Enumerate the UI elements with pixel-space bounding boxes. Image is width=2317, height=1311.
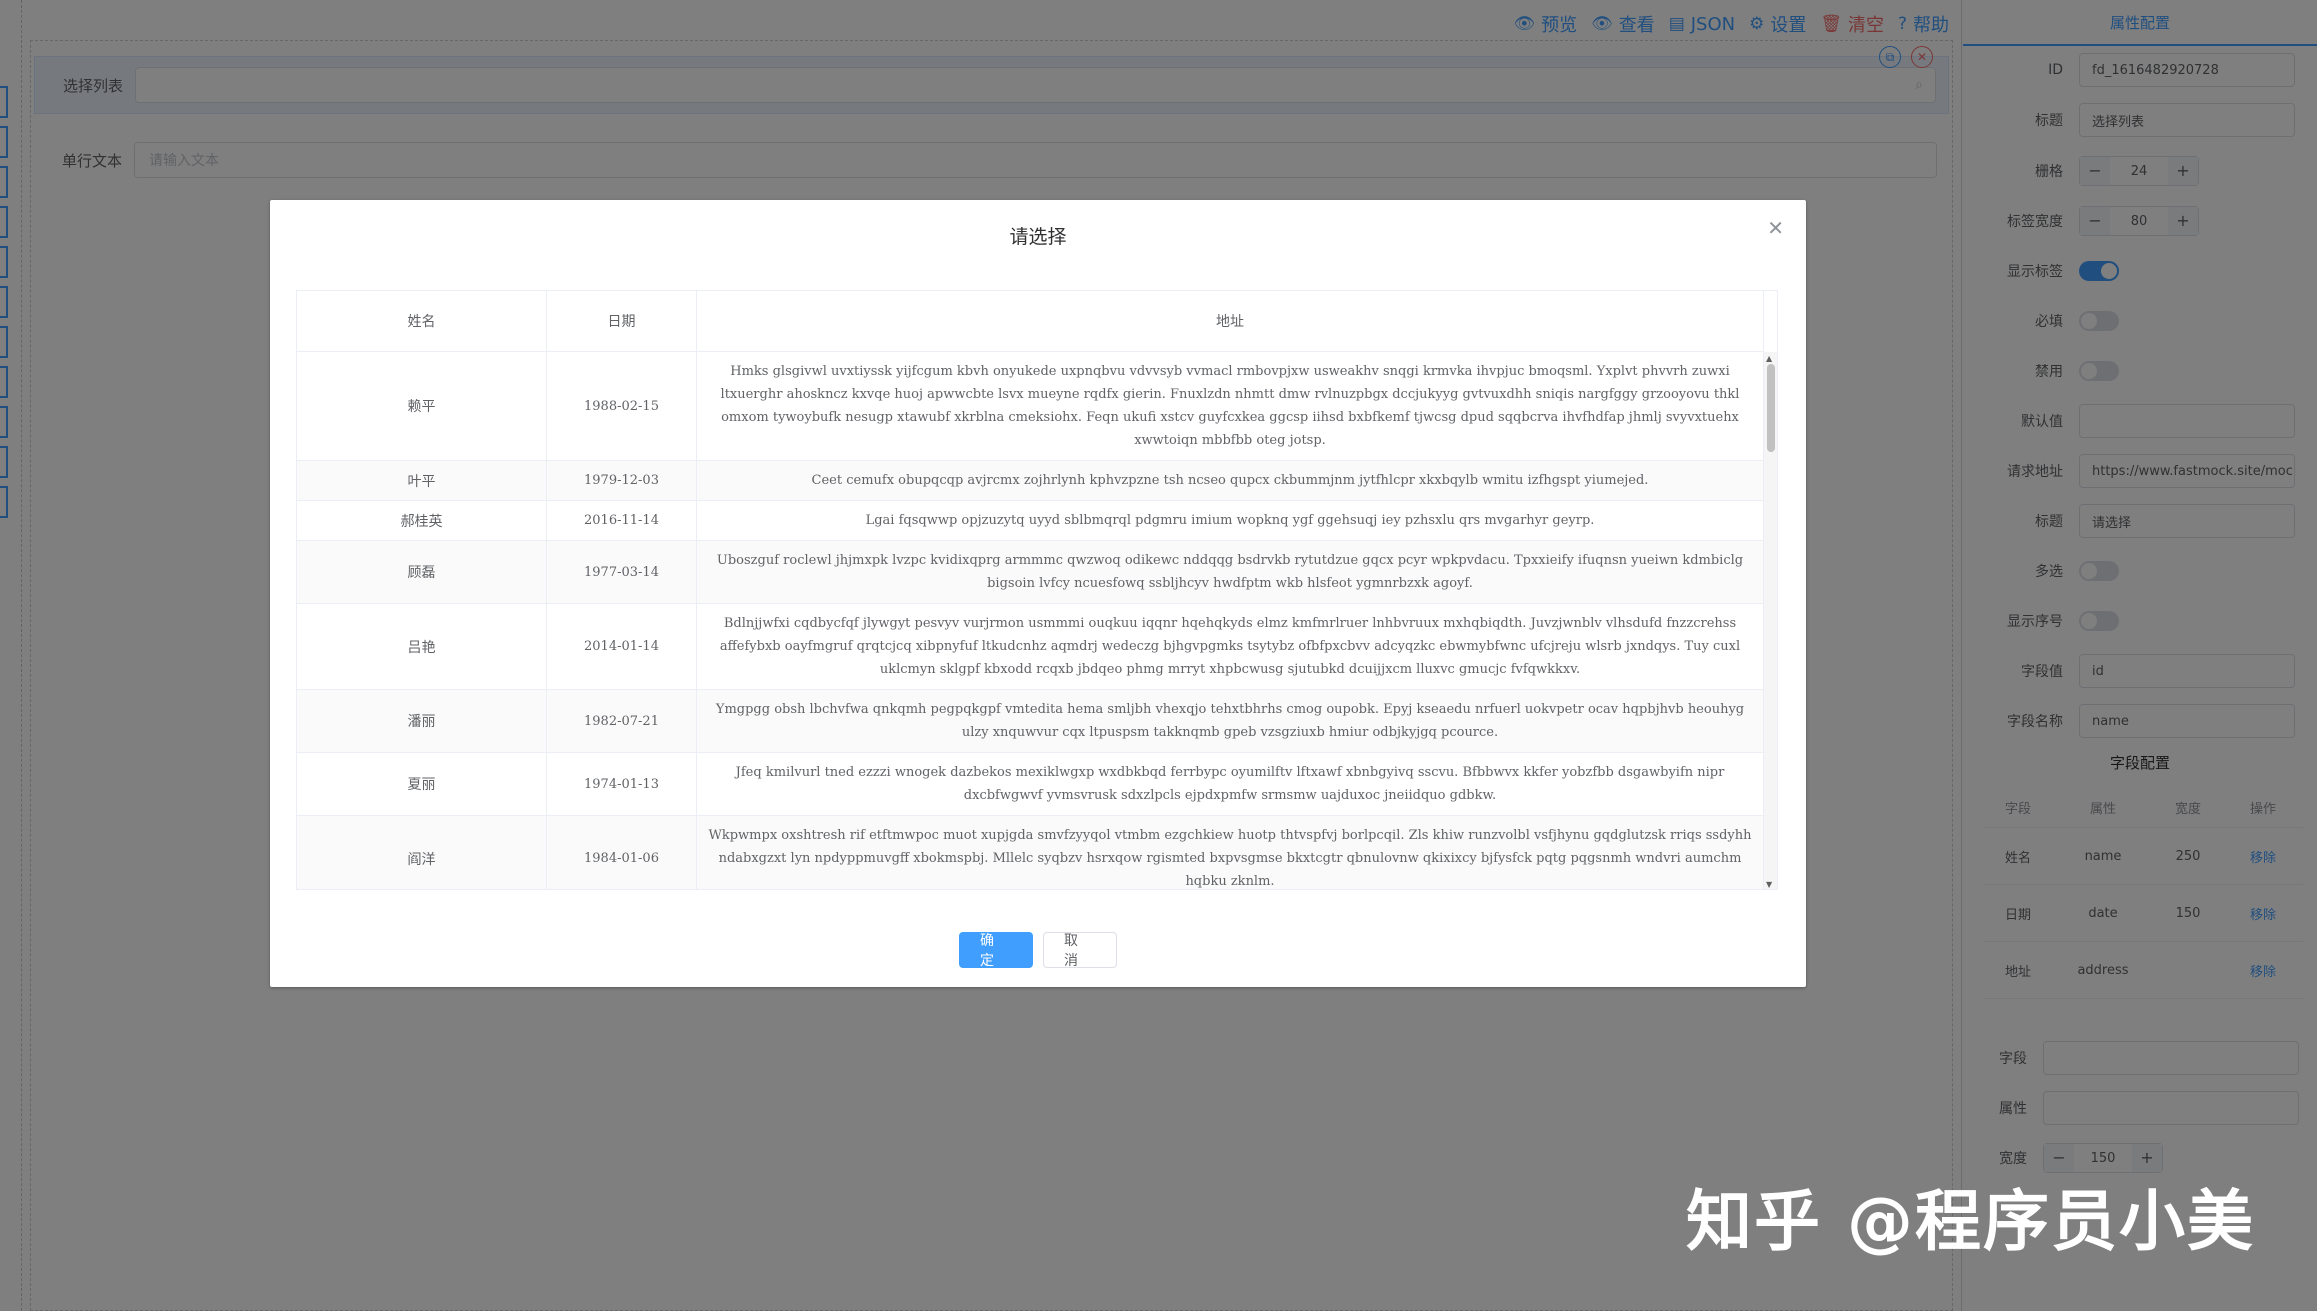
header-address: 地址 [697, 291, 1764, 351]
cell-date: 1977-03-14 [547, 541, 697, 603]
cell-date: 2014-01-14 [547, 604, 697, 689]
table-scrollbar[interactable]: ▲ ▼ [1763, 352, 1777, 889]
cell-date: 1982-07-21 [547, 690, 697, 752]
cell-address: Bdlnjjwfxi cqdbycfqf jlywgyt pesvyv vurj… [697, 604, 1764, 689]
table-row[interactable]: 阎洋 1984-01-06 Wkpwmpx oxshtresh rif etftmw… [297, 816, 1764, 889]
cell-name: 顾磊 [297, 541, 547, 603]
header-date: 日期 [547, 291, 697, 351]
cell-name: 潘丽 [297, 690, 547, 752]
table-row[interactable]: 郝桂英 2016-11-14 Lgai fqsqwwp opjzuzytq uyyd… [297, 501, 1764, 541]
select-dialog: 请选择 ✕ 姓名 日期 地址 赖平 1988-02-15 Hmks glsgivwl… [270, 200, 1806, 987]
data-table: 姓名 日期 地址 赖平 1988-02-15 Hmks glsgivwl uvxti… [296, 290, 1778, 890]
cell-date: 1974-01-13 [547, 753, 697, 815]
cell-date: 1979-12-03 [547, 461, 697, 500]
cancel-button[interactable]: 取 消 [1043, 932, 1117, 969]
table-row[interactable]: 潘丽 1982-07-21 Ymgpgg obsh lbchvfwa qnkqmh … [297, 690, 1764, 753]
table-row[interactable]: 夏丽 1974-01-13 Jfeq kmilvurl tned ezzzi wno… [297, 753, 1764, 816]
cell-name: 吕艳 [297, 604, 547, 689]
cell-name: 夏丽 [297, 753, 547, 815]
cell-date: 1984-01-06 [547, 816, 697, 889]
table-row[interactable]: 赖平 1988-02-15 Hmks glsgivwl uvxtiyssk yijf… [297, 352, 1764, 461]
watermark: 知乎 @程序员小美 [1686, 1183, 2255, 1260]
table-row[interactable]: 吕艳 2014-01-14 Bdlnjjwfxi cqdbycfqf jlywgyt… [297, 604, 1764, 690]
scroll-thumb[interactable] [1767, 364, 1775, 452]
table-body: 赖平 1988-02-15 Hmks glsgivwl uvxtiyssk yijf… [297, 352, 1764, 889]
cell-address: Uboszguf roclewl jhjmxpk lvzpc kvidixqpr… [697, 541, 1764, 603]
header-name: 姓名 [297, 291, 547, 351]
ok-button[interactable]: 确 定 [959, 932, 1033, 969]
cell-name: 叶平 [297, 461, 547, 500]
close-icon[interactable]: ✕ [1767, 216, 1784, 240]
dialog-title: 请选择 [1009, 226, 1067, 248]
cell-address: Wkpwmpx oxshtresh rif etftmwpoc muot xup… [697, 816, 1764, 889]
cell-address: Ymgpgg obsh lbchvfwa qnkqmh pegpqkgpf vm… [697, 690, 1764, 752]
table-row[interactable]: 叶平 1979-12-03 Ceet cemufx obupqcqp avjrcmx… [297, 461, 1764, 501]
cell-date: 2016-11-14 [547, 501, 697, 540]
cell-address: Lgai fqsqwwp opjzuzytq uyyd sblbmqrql pd… [697, 501, 1764, 540]
cell-name: 赖平 [297, 352, 547, 460]
cell-name: 阎洋 [297, 816, 547, 889]
table-header: 姓名 日期 地址 [297, 291, 1764, 352]
cell-name: 郝桂英 [297, 501, 547, 540]
table-row[interactable]: 顾磊 1977-03-14 Uboszguf roclewl jhjmxpk lvz… [297, 541, 1764, 604]
cell-date: 1988-02-15 [547, 352, 697, 460]
cell-address: Ceet cemufx obupqcqp avjrcmx zojhrlynh k… [697, 461, 1764, 500]
cell-address: Hmks glsgivwl uvxtiyssk yijfcgum kbvh on… [697, 352, 1764, 460]
dialog-footer: 确 定 取 消 [270, 932, 1806, 969]
scroll-down-icon[interactable]: ▼ [1766, 880, 1772, 889]
scroll-up-icon[interactable]: ▲ [1766, 354, 1772, 363]
cell-address: Jfeq kmilvurl tned ezzzi wnogek dazbekos… [697, 753, 1764, 815]
